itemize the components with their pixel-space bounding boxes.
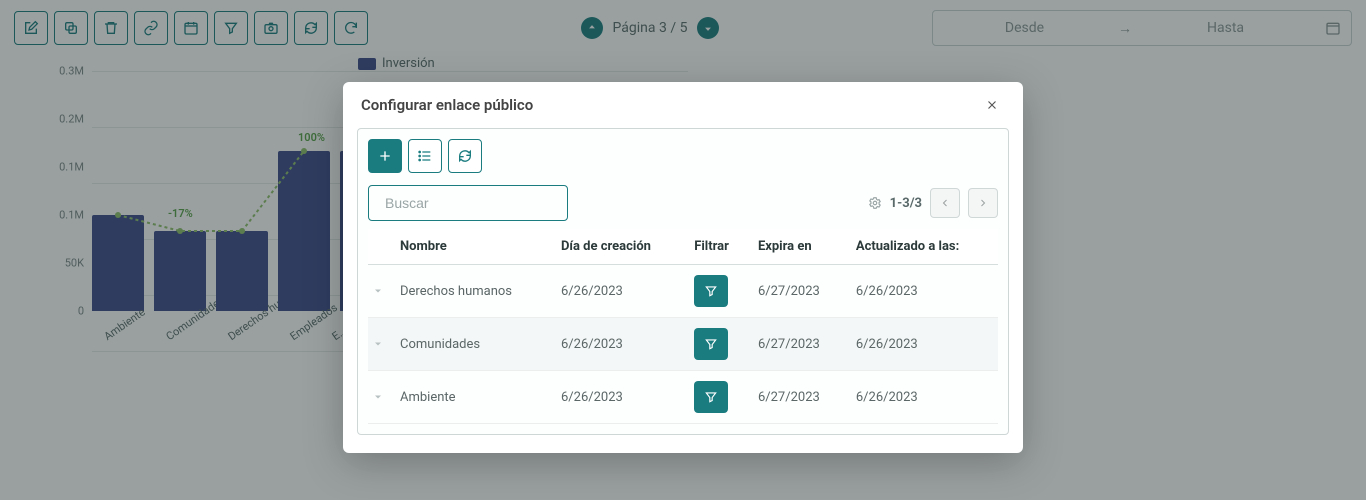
filter-icon xyxy=(704,337,718,351)
gear-icon[interactable] xyxy=(868,196,882,210)
chevron-left-icon xyxy=(939,197,951,209)
list-button[interactable] xyxy=(408,139,442,173)
col-created[interactable]: Día de creación xyxy=(553,229,686,265)
add-button[interactable] xyxy=(368,139,402,173)
chevron-down-icon xyxy=(372,391,384,403)
modal-header: Configurar enlace público xyxy=(343,82,1023,128)
row-filter-button[interactable] xyxy=(694,381,728,413)
refresh-icon xyxy=(457,148,473,164)
cell-expires: 6/27/2023 xyxy=(750,265,848,318)
cell-created: 6/26/2023 xyxy=(553,318,686,371)
cell-filter xyxy=(686,265,750,318)
public-link-modal: Configurar enlace público xyxy=(343,82,1023,453)
table-row: Ambiente 6/26/2023 6/27/2023 6/26/2023 xyxy=(368,371,998,424)
col-updated[interactable]: Actualizado a las: xyxy=(848,229,998,265)
col-filter[interactable]: Filtrar xyxy=(686,229,750,265)
cell-expires: 6/27/2023 xyxy=(750,318,848,371)
cell-created: 6/26/2023 xyxy=(553,265,686,318)
chevron-right-icon xyxy=(977,197,989,209)
cell-name: Derechos humanos xyxy=(392,265,553,318)
modal-overlay[interactable]: Configurar enlace público xyxy=(0,0,1366,500)
cell-name: Comunidades xyxy=(392,318,553,371)
row-filter-button[interactable] xyxy=(694,275,728,307)
cell-name: Ambiente xyxy=(392,371,553,424)
cell-updated: 6/26/2023 xyxy=(848,265,998,318)
chevron-down-icon xyxy=(372,338,384,350)
row-expander[interactable] xyxy=(368,265,392,318)
cell-updated: 6/26/2023 xyxy=(848,318,998,371)
filter-icon xyxy=(704,284,718,298)
links-table: Nombre Día de creación Filtrar Expira en… xyxy=(368,229,998,424)
row-filter-button[interactable] xyxy=(694,328,728,360)
search-row: 1-3/3 xyxy=(368,185,998,221)
filter-icon xyxy=(704,390,718,404)
table-row: Comunidades 6/26/2023 6/27/2023 6/26/202… xyxy=(368,318,998,371)
plus-icon xyxy=(377,148,393,164)
table-next-button[interactable] xyxy=(968,188,998,218)
cell-filter xyxy=(686,318,750,371)
page-info: 1-3/3 xyxy=(890,196,922,211)
col-expires[interactable]: Expira en xyxy=(750,229,848,265)
cell-updated: 6/26/2023 xyxy=(848,371,998,424)
cell-expires: 6/27/2023 xyxy=(750,371,848,424)
modal-title: Configurar enlace público xyxy=(361,96,533,114)
col-name[interactable]: Nombre xyxy=(392,229,553,265)
list-icon xyxy=(417,148,433,164)
close-icon xyxy=(985,98,999,112)
panel-refresh-button[interactable] xyxy=(448,139,482,173)
cell-created: 6/26/2023 xyxy=(553,371,686,424)
row-expander[interactable] xyxy=(368,318,392,371)
table-row: Derechos humanos 6/26/2023 6/27/2023 6/2… xyxy=(368,265,998,318)
close-button[interactable] xyxy=(979,96,1005,114)
row-expander[interactable] xyxy=(368,371,392,424)
search-input[interactable] xyxy=(383,194,568,212)
search-box xyxy=(368,185,568,221)
table-pager: 1-3/3 xyxy=(868,188,998,218)
table-prev-button[interactable] xyxy=(930,188,960,218)
panel-toolbar xyxy=(368,139,998,173)
cell-filter xyxy=(686,371,750,424)
chevron-down-icon xyxy=(372,285,384,297)
modal-body: 1-3/3 Nombre Día de c xyxy=(343,128,1023,453)
links-panel: 1-3/3 Nombre Día de c xyxy=(357,128,1009,435)
